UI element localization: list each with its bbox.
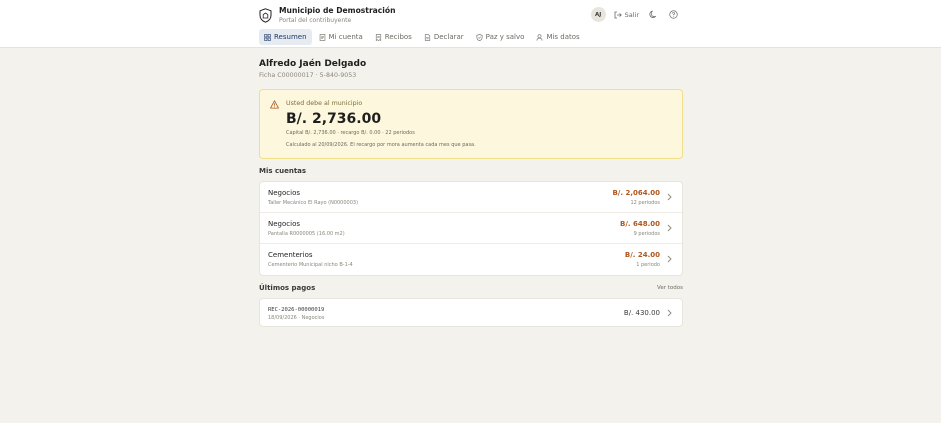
debt-label: Usted debe al municipio (286, 100, 363, 107)
shield-check-icon (476, 33, 483, 41)
help-button[interactable] (667, 9, 679, 21)
chevron-right-icon (667, 224, 672, 232)
grid-icon (264, 33, 271, 41)
account-amount: B/. 2,064.00 (612, 189, 660, 197)
app-title: Municipio de Demostración (279, 6, 396, 15)
user-icon (537, 33, 543, 41)
tab-declarar[interactable]: Declarar (419, 29, 469, 45)
account-periods: 1 periodo (636, 262, 660, 268)
tab-label: Paz y salvo (485, 33, 525, 41)
logout-button[interactable]: Salir (614, 11, 639, 19)
chevron-right-icon (667, 255, 672, 263)
help-circle-icon (668, 10, 678, 19)
taxpayer-ficha: Ficha C00000017 · 5-840-9053 (259, 72, 357, 79)
theme-toggle-button[interactable] (647, 9, 659, 21)
accounts-section-title: Mis cuentas (259, 167, 307, 175)
debt-note: Calculado al 20/09/2026. El recargo por … (286, 142, 476, 148)
logout-icon (614, 11, 622, 18)
see-all-payments-link[interactable]: Ver todos (657, 285, 683, 291)
account-title: Negocios (268, 189, 300, 197)
payment-row[interactable]: REC-2026-00000019 18/09/2026 · Negocios … (260, 299, 682, 326)
tab-mis-datos[interactable]: Mis datos (531, 29, 584, 45)
receipt-icon (375, 33, 381, 41)
account-description: Pantalla R0000005 (16.00 m2) (268, 231, 345, 237)
tab-label: Mis datos (546, 33, 580, 41)
warning-icon (270, 100, 279, 109)
account-description: Taller Mecánico El Rayo (N0000003) (268, 200, 359, 206)
file-icon (424, 33, 430, 41)
debt-alert: Usted debe al municipio B/. 2,736.00 Cap… (259, 89, 683, 159)
account-row[interactable]: Cementerios Cementerio Municipal nicho B… (260, 244, 682, 275)
shield-logo-icon (259, 7, 272, 23)
account-amount: B/. 24.00 (624, 251, 660, 259)
debt-amount: B/. 2,736.00 (286, 111, 382, 127)
chevron-right-icon (667, 309, 672, 317)
taxpayer-name: Alfredo Jaén Delgado (259, 59, 367, 69)
tab-label: Recibos (384, 33, 412, 41)
accounts-list: Negocios Taller Mecánico El Rayo (N00000… (259, 181, 683, 276)
account-periods: 12 periodos (630, 200, 660, 206)
account-row[interactable]: Negocios Pantalla R0000005 (16.00 m2) B/… (260, 213, 682, 244)
tab-label: Resumen (274, 33, 307, 41)
account-row[interactable]: Negocios Taller Mecánico El Rayo (N00000… (260, 182, 682, 213)
account-amount: B/. 648.00 (619, 220, 660, 228)
avatar[interactable]: AJ (590, 7, 606, 22)
payments-list: REC-2026-00000019 18/09/2026 · Negocios … (259, 298, 683, 327)
payment-description: 18/09/2026 · Negocios (268, 315, 325, 321)
taxpayer-header: Alfredo Jaén Delgado Ficha C00000017 · 5… (259, 59, 366, 79)
debt-detail: Capital B/. 2,736.00 · recargo B/. 0.00 … (286, 130, 415, 136)
tab-mi-cuenta[interactable]: Mi cuenta (314, 29, 368, 45)
tab-paz-y-salvo[interactable]: Paz y salvo (471, 29, 530, 45)
payments-section-title: Últimos pagos (259, 284, 316, 292)
moon-icon (648, 10, 656, 18)
payment-amount: B/. 430.00 (623, 309, 660, 317)
main-tabs: Resumen Mi cuenta Recibos Declarar Paz y… (259, 29, 585, 45)
tab-recibos[interactable]: Recibos (370, 29, 417, 45)
app-subtitle: Portal del contribuyente (279, 17, 352, 24)
tab-resumen[interactable]: Resumen (259, 29, 312, 45)
account-description: Cementerio Municipal nicho B-1-4 (268, 262, 353, 268)
account-title: Cementerios (268, 251, 313, 259)
tab-label: Declarar (433, 33, 464, 41)
tab-label: Mi cuenta (328, 33, 363, 41)
logout-label: Salir (624, 10, 639, 19)
account-periods: 9 periodos (633, 231, 660, 237)
brand[interactable]: Municipio de Demostración Portal del con… (259, 6, 396, 24)
chevron-right-icon (667, 193, 672, 201)
account-title: Negocios (268, 220, 300, 228)
payment-reference: REC-2026-00000019 (268, 307, 325, 313)
top-actions: AJ Salir (590, 7, 679, 22)
document-icon (319, 33, 325, 41)
top-bar: Municipio de Demostración Portal del con… (0, 0, 941, 48)
